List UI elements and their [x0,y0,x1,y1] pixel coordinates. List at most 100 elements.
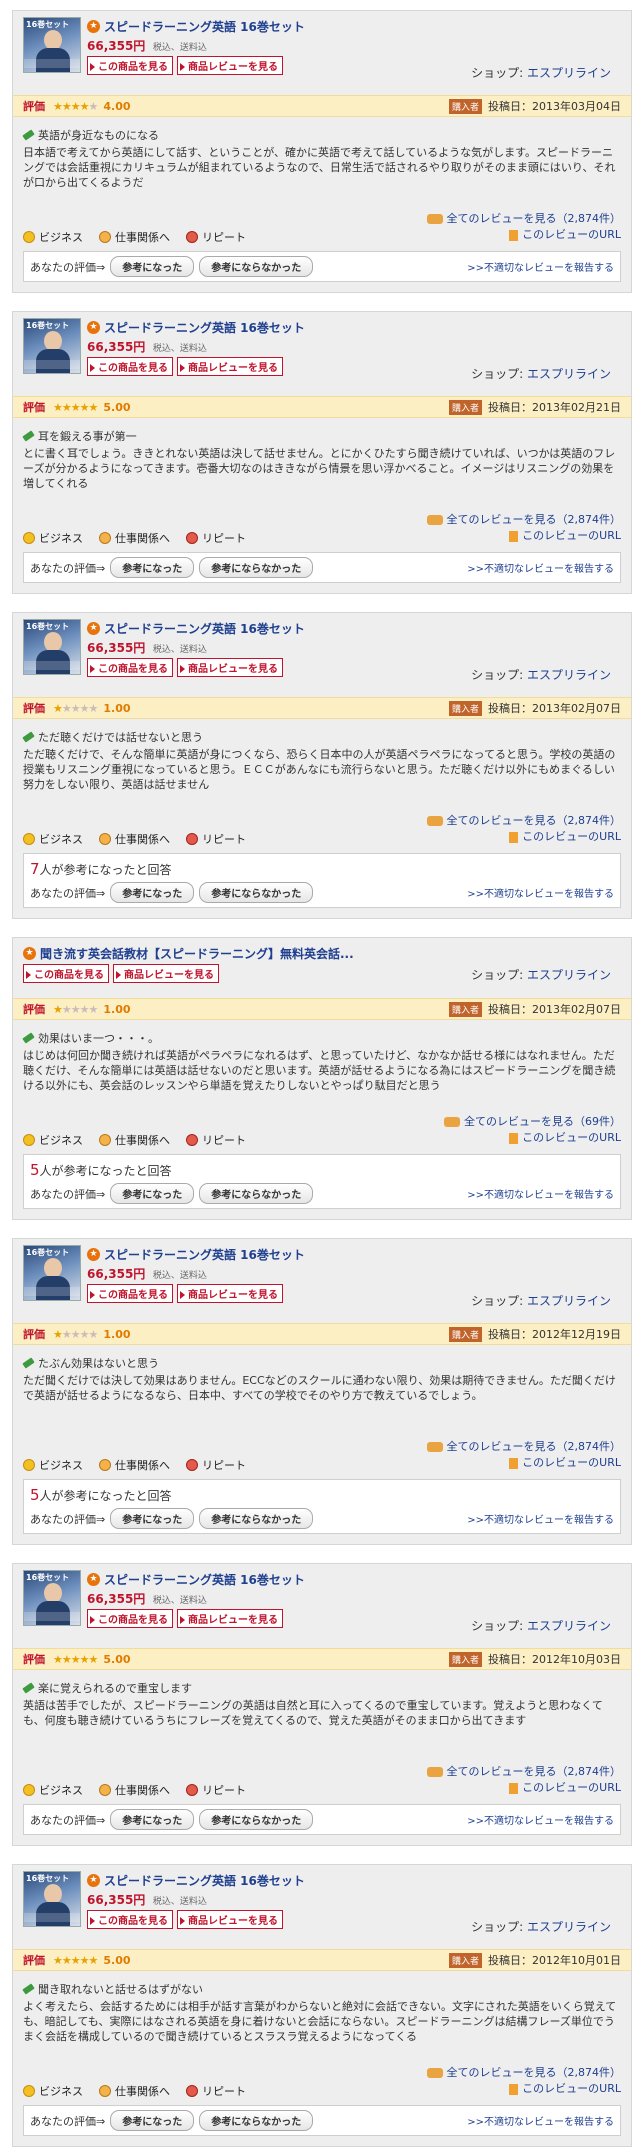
view-product-button[interactable]: この商品を見る [87,357,173,376]
gift-icon [186,231,198,243]
helpful-button[interactable]: 参考になった [110,1809,195,1830]
smiley-icon [23,1134,35,1146]
product-title-link[interactable]: スピードラーニング英語 16巻セット [104,18,305,35]
product-title-link[interactable]: スピードラーニング英語 16巻セット [104,1872,305,1889]
all-reviews-link[interactable]: 全てのレビューを見る（2,874件） [23,2065,621,2081]
all-reviews-link[interactable]: 全てのレビューを見る（69件） [23,1114,621,1130]
all-reviews-link[interactable]: 全てのレビューを見る（2,874件） [23,1439,621,1455]
product-thumbnail[interactable]: 16巻セット [23,17,81,73]
product-thumbnail[interactable]: 16巻セット [23,318,81,374]
not-helpful-button[interactable]: 参考にならなかった [199,1508,314,1529]
tag-label: リピート [202,833,246,846]
rating-label: 評価 [23,702,45,715]
evaluation-label: あなたの評価⇒ [30,260,106,274]
tag-work: 仕事関係へ [99,530,170,546]
report-link[interactable]: >>不適切なレビューを報告する [467,885,614,900]
report-link[interactable]: >>不適切なレビューを報告する [467,1812,614,1827]
report-link[interactable]: >>不適切なレビューを報告する [467,1511,614,1526]
report-link[interactable]: >>不適切なレビューを報告する [467,2113,614,2128]
thumbnail-face [44,331,62,351]
product-title-link[interactable]: スピードラーニング英語 16巻セット [104,1571,305,1588]
product-title-link[interactable]: スピードラーニング英語 16巻セット [104,319,305,336]
product-price: 66,355円 [87,641,146,655]
helpful-button[interactable]: 参考になった [110,1183,195,1204]
helpful-button[interactable]: 参考になった [110,882,195,903]
not-helpful-button[interactable]: 参考にならなかった [199,1809,314,1830]
product-title-link[interactable]: スピードラーニング英語 16巻セット [104,1246,305,1263]
purchaser-badge: 購入者 [448,1651,482,1667]
helpful-button[interactable]: 参考になった [110,2110,195,2131]
price-row: 66,355円 税込、送料込 [87,338,621,355]
view-reviews-button[interactable]: 商品レビューを見る [177,1609,283,1628]
star-filled-icon: ★ [53,1002,63,1016]
review-body: 日本語で考えてから英語にして話す、ということが、確かに英語で考えて話しているよう… [23,146,616,189]
all-reviews-link[interactable]: 全てのレビューを見る（2,874件） [23,813,621,829]
all-reviews-link[interactable]: 全てのレビューを見る（2,874件） [23,512,621,528]
view-reviews-label: 商品レビューを見る [188,1615,278,1626]
view-reviews-label: 商品レビューを見る [188,1290,278,1301]
view-product-button[interactable]: この商品を見る [87,1284,173,1303]
arrow-right-icon [26,971,31,979]
all-reviews-label: 全てのレビューを見る（2,874件） [446,212,622,225]
product-title-link[interactable]: 聞き流す英会話教材【スピードラーニング】無料英会話... [40,945,354,962]
helpful-button[interactable]: 参考になった [110,1508,195,1529]
not-helpful-button[interactable]: 参考にならなかった [199,882,314,903]
not-helpful-button[interactable]: 参考にならなかった [199,557,314,578]
view-product-button[interactable]: この商品を見る [87,56,173,75]
star-filled-icon: ★ [61,1953,72,1967]
view-product-button[interactable]: この商品を見る [87,658,173,677]
review-body: ただ聴くだけで、そんな簡単に英語が身につくなら、恐らく日本中の人が英語ペラペラに… [23,748,616,791]
view-product-button[interactable]: この商品を見る [87,1910,173,1929]
view-reviews-button[interactable]: 商品レビューを見る [113,964,219,983]
review-url-label: このレビューのURL [522,529,621,542]
tax-note: 税込、送料込 [152,645,207,655]
view-reviews-button[interactable]: 商品レビューを見る [177,658,283,677]
rating-label: 評価 [23,100,45,113]
star-empty-icon: ★ [61,1327,72,1341]
product-thumbnail[interactable]: 16巻セット [23,1570,81,1626]
shop-name-link[interactable]: エスプリライン [527,66,611,80]
review-title: 効果はいま一つ・・・。 [38,1032,159,1045]
tag-label: 仕事関係へ [115,1784,170,1797]
gift-icon [186,1134,198,1146]
view-reviews-button[interactable]: 商品レビューを見る [177,1284,283,1303]
shop-name-link[interactable]: エスプリライン [527,668,611,682]
view-product-button[interactable]: この商品を見る [87,1609,173,1628]
evaluation-label: あなたの評価⇒ [30,886,106,900]
view-product-button[interactable]: この商品を見る [23,964,109,983]
post-date: 投稿日：2012年10月01日 [488,1952,621,1968]
helpful-button[interactable]: 参考になった [110,557,195,578]
product-header: 16巻セット ★ スピードラーニング英語 16巻セット 66,355円 税込、送… [23,1871,621,1935]
product-thumbnail[interactable]: 16巻セット [23,1871,81,1927]
view-reviews-button[interactable]: 商品レビューを見る [177,1910,283,1929]
review-url-label: このレビューのURL [522,2082,621,2095]
report-link[interactable]: >>不適切なレビューを報告する [467,560,614,575]
product-thumbnail[interactable]: 16巻セット [23,1245,81,1301]
view-reviews-button[interactable]: 商品レビューを見る [177,357,283,376]
helpful-button[interactable]: 参考になった [110,256,195,277]
shop-name-link[interactable]: エスプリライン [527,367,611,381]
shop-name-link[interactable]: エスプリライン [527,1619,611,1633]
product-title-link[interactable]: スピードラーニング英語 16巻セット [104,620,305,637]
report-link[interactable]: >>不適切なレビューを報告する [467,1186,614,1201]
report-link[interactable]: >>不適切なレビューを報告する [467,259,614,274]
view-reviews-button[interactable]: 商品レビューを見る [177,56,283,75]
star-filled-icon: ★ [79,1652,90,1666]
product-header: 16巻セット ★ スピードラーニング英語 16巻セット 66,355円 税込、送… [23,17,621,81]
arrow-right-icon [90,665,95,673]
tag-label: 仕事関係へ [115,2085,170,2098]
product-price: 66,355円 [87,1893,146,1907]
not-helpful-button[interactable]: 参考にならなかった [199,1183,314,1204]
not-helpful-button[interactable]: 参考にならなかった [199,256,314,277]
shop-name-link[interactable]: エスプリライン [527,968,611,982]
all-reviews-link[interactable]: 全てのレビューを見る（2,874件） [23,1764,621,1780]
thumbnail-band [24,360,80,369]
shop-name-link[interactable]: エスプリライン [527,1920,611,1934]
shop-name-link[interactable]: エスプリライン [527,1294,611,1308]
star-filled-icon: ★ [70,1953,81,1967]
purchaser-badge: 購入者 [448,98,482,114]
not-helpful-button[interactable]: 参考にならなかった [199,2110,314,2131]
all-reviews-link[interactable]: 全てのレビューを見る（2,874件） [23,211,621,227]
product-thumbnail[interactable]: 16巻セット [23,619,81,675]
tag-label: 仕事関係へ [115,532,170,545]
